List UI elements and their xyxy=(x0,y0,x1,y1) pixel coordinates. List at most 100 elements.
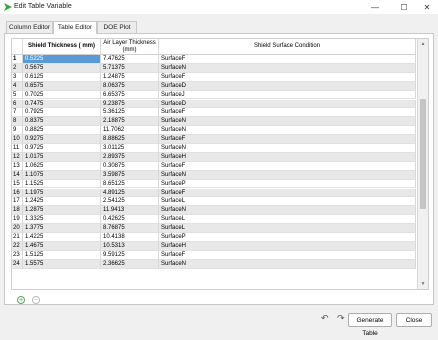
shield-thickness-cell[interactable]: 1.2425 xyxy=(23,197,101,207)
surface-condition-cell[interactable]: SurfaceL xyxy=(159,215,416,225)
air-layer-thickness-cell[interactable]: 1.24875 xyxy=(101,72,159,82)
table-row[interactable]: 5 0.7025 6.65375 SurfaceJ xyxy=(12,90,416,100)
air-layer-thickness-cell[interactable]: 8.76875 xyxy=(101,224,159,233)
table-row[interactable]: 3 0.6125 1.24875 SurfaceF xyxy=(12,72,416,82)
shield-thickness-cell[interactable]: 0.8375 xyxy=(23,117,101,127)
table-row[interactable]: 22 1.4675 10.5313 SurfaceH xyxy=(12,241,416,251)
tab-doe-plot[interactable]: DOE Plot xyxy=(97,21,137,33)
air-layer-thickness-cell[interactable]: 6.65375 xyxy=(101,90,159,100)
surface-condition-cell[interactable]: SurfaceF xyxy=(159,72,416,82)
column-header-air-layer-thickness[interactable]: Air Layer Thickness (mm) xyxy=(101,39,159,55)
air-layer-thickness-cell[interactable]: 9.23875 xyxy=(101,99,159,109)
surface-condition-cell[interactable]: SurfaceF xyxy=(159,188,416,198)
surface-condition-cell[interactable]: SurfaceN xyxy=(159,144,416,153)
shield-thickness-cell[interactable]: 0.6575 xyxy=(23,81,101,91)
shield-thickness-cell[interactable]: 1.1525 xyxy=(23,179,101,189)
shield-thickness-cell[interactable]: 0.7025 xyxy=(23,90,101,100)
surface-condition-cell[interactable]: SurfaceN xyxy=(159,170,416,180)
surface-condition-cell[interactable]: SurfaceJ xyxy=(159,90,416,100)
air-layer-thickness-cell[interactable]: 2.89375 xyxy=(101,152,159,162)
table-row[interactable]: 1 0.5225 7.47625 SurfaceF xyxy=(12,55,416,64)
table-row[interactable]: 10 0.9275 8.88625 SurfaceF xyxy=(12,135,416,144)
surface-condition-cell[interactable]: SurfaceD xyxy=(159,81,416,91)
shield-thickness-cell[interactable]: 0.5225 xyxy=(23,55,101,64)
tab-table-editor[interactable]: Table Editor xyxy=(53,21,97,34)
shield-thickness-cell[interactable]: 0.7475 xyxy=(23,99,101,109)
surface-condition-cell[interactable]: SurfaceN xyxy=(159,259,416,269)
table-row[interactable]: 2 0.5675 5.71375 SurfaceN xyxy=(12,63,416,73)
table-row[interactable]: 20 1.3775 8.76875 SurfaceL xyxy=(12,224,416,233)
surface-condition-cell[interactable]: SurfaceN xyxy=(159,206,416,216)
table-row[interactable]: 14 1.1075 3.59875 SurfaceN xyxy=(12,170,416,180)
table-row[interactable]: 7 0.7925 5.36125 SurfaceF xyxy=(12,108,416,118)
air-layer-thickness-cell[interactable]: 2.54125 xyxy=(101,197,159,207)
surface-condition-cell[interactable]: SurfaceN xyxy=(159,126,416,136)
air-layer-thickness-cell[interactable]: 2.18875 xyxy=(101,117,159,127)
shield-thickness-cell[interactable]: 0.9725 xyxy=(23,144,101,153)
shield-thickness-cell[interactable]: 1.5575 xyxy=(23,259,101,269)
shield-thickness-cell[interactable]: 0.6125 xyxy=(23,72,101,82)
surface-condition-cell[interactable]: SurfaceF xyxy=(159,135,416,144)
shield-thickness-cell[interactable]: 1.3775 xyxy=(23,224,101,233)
close-button[interactable]: Close xyxy=(396,313,432,327)
air-layer-thickness-cell[interactable]: 8.65125 xyxy=(101,179,159,189)
table-row[interactable]: 6 0.7475 9.23875 SurfaceD xyxy=(12,99,416,109)
shield-thickness-cell[interactable]: 1.2875 xyxy=(23,206,101,216)
shield-thickness-cell[interactable]: 1.1075 xyxy=(23,170,101,180)
table-row[interactable]: 9 0.8825 11.7062 SurfaceN xyxy=(12,126,416,136)
surface-condition-cell[interactable]: SurfaceP xyxy=(159,233,416,242)
air-layer-thickness-cell[interactable]: 3.59875 xyxy=(101,170,159,180)
remove-row-button[interactable]: − xyxy=(32,296,40,304)
shield-thickness-cell[interactable]: 0.9275 xyxy=(23,135,101,144)
table-row[interactable]: 21 1.4225 10.4138 SurfaceP xyxy=(12,233,416,242)
table-row[interactable]: 23 1.5125 9.59125 SurfaceF xyxy=(12,250,416,260)
scroll-down-arrow-icon[interactable]: ▼ xyxy=(418,279,428,289)
surface-condition-cell[interactable]: SurfaceF xyxy=(159,108,416,118)
surface-condition-cell[interactable]: SurfaceN xyxy=(159,63,416,73)
generate-table-button[interactable]: Generate Table xyxy=(348,313,392,337)
air-layer-thickness-cell[interactable]: 9.59125 xyxy=(101,250,159,260)
column-header-shield-thickness[interactable]: Shield Thickness ( mm) xyxy=(23,39,101,55)
shield-thickness-cell[interactable]: 1.0625 xyxy=(23,161,101,171)
shield-thickness-cell[interactable]: 1.0175 xyxy=(23,152,101,162)
table-row[interactable]: 11 0.9725 3.01125 SurfaceN xyxy=(12,144,416,153)
table-row[interactable]: 16 1.1975 4.89125 SurfaceF xyxy=(12,188,416,198)
table-row[interactable]: 19 1.3325 0.42625 SurfaceL xyxy=(12,215,416,225)
table-row[interactable]: 4 0.6575 8.06375 SurfaceD xyxy=(12,81,416,91)
table-row[interactable]: 8 0.8375 2.18875 SurfaceN xyxy=(12,117,416,127)
air-layer-thickness-cell[interactable]: 0.42625 xyxy=(101,215,159,225)
air-layer-thickness-cell[interactable]: 11.7062 xyxy=(101,126,159,136)
air-layer-thickness-cell[interactable]: 2.36625 xyxy=(101,259,159,269)
scrollbar-thumb[interactable] xyxy=(420,99,426,209)
shield-thickness-cell[interactable]: 0.7925 xyxy=(23,108,101,118)
redo-icon[interactable]: ↷ xyxy=(337,313,345,324)
air-layer-thickness-cell[interactable]: 7.47625 xyxy=(101,55,159,64)
air-layer-thickness-cell[interactable]: 10.5313 xyxy=(101,241,159,251)
close-window-button[interactable]: ✕ xyxy=(416,0,438,14)
vertical-scrollbar[interactable]: ▲ ▼ xyxy=(417,39,428,289)
air-layer-thickness-cell[interactable]: 8.06375 xyxy=(101,81,159,91)
shield-thickness-cell[interactable]: 0.5675 xyxy=(23,63,101,73)
shield-thickness-cell[interactable]: 1.3325 xyxy=(23,215,101,225)
surface-condition-cell[interactable]: SurfaceL xyxy=(159,224,416,233)
shield-thickness-cell[interactable]: 1.1975 xyxy=(23,188,101,198)
air-layer-thickness-cell[interactable]: 11.9413 xyxy=(101,206,159,216)
table-row[interactable]: 12 1.0175 2.89375 SurfaceH xyxy=(12,152,416,162)
scroll-up-arrow-icon[interactable]: ▲ xyxy=(418,39,428,49)
surface-condition-cell[interactable]: SurfaceH xyxy=(159,152,416,162)
air-layer-thickness-cell[interactable]: 3.01125 xyxy=(101,144,159,153)
undo-icon[interactable]: ↶ xyxy=(321,313,329,324)
surface-condition-cell[interactable]: SurfaceD xyxy=(159,99,416,109)
air-layer-thickness-cell[interactable]: 8.88625 xyxy=(101,135,159,144)
air-layer-thickness-cell[interactable]: 5.36125 xyxy=(101,108,159,118)
minimize-button[interactable]: — xyxy=(364,0,386,14)
table-row[interactable]: 15 1.1525 8.65125 SurfaceP xyxy=(12,179,416,189)
surface-condition-cell[interactable]: SurfaceH xyxy=(159,241,416,251)
air-layer-thickness-cell[interactable]: 0.30875 xyxy=(101,161,159,171)
table-row[interactable]: 24 1.5575 2.36625 SurfaceN xyxy=(12,259,416,269)
shield-thickness-cell[interactable]: 1.4675 xyxy=(23,241,101,251)
shield-thickness-cell[interactable]: 1.4225 xyxy=(23,233,101,242)
column-header-shield-surface-condition[interactable]: Shield Surface Condition xyxy=(159,39,416,55)
air-layer-thickness-cell[interactable]: 5.71375 xyxy=(101,63,159,73)
surface-condition-cell[interactable]: SurfaceN xyxy=(159,117,416,127)
